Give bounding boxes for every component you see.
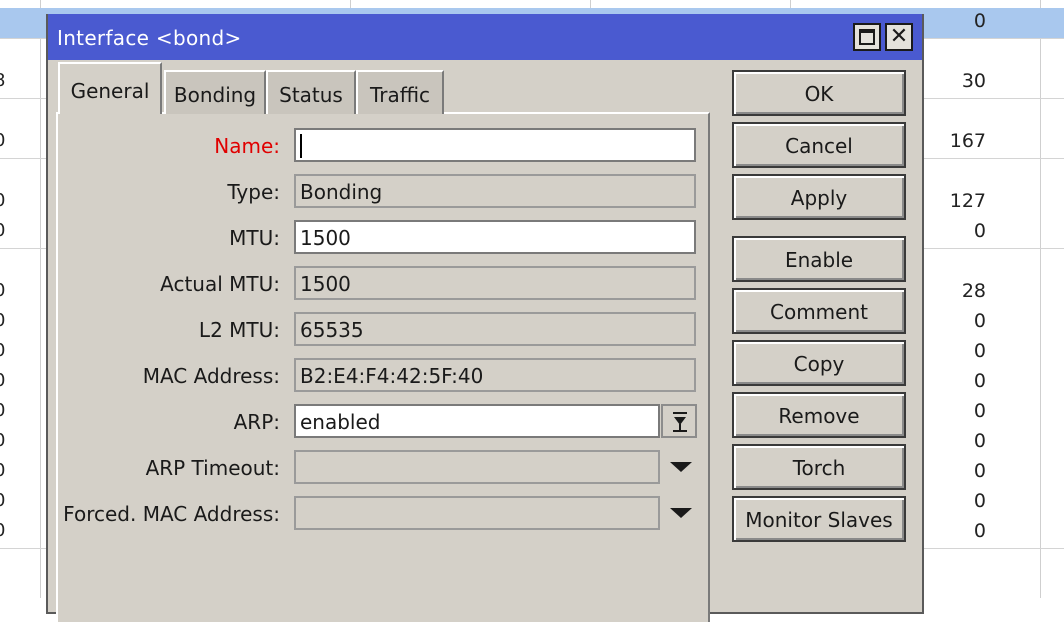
arp-dropdown-button[interactable] bbox=[661, 404, 697, 438]
mac-address-field: B2:E4:F4:42:5F:40 bbox=[294, 358, 696, 392]
enable-button[interactable]: Enable bbox=[732, 236, 906, 282]
row-cell-left: 0 bbox=[0, 460, 5, 481]
forced-mac-field[interactable] bbox=[294, 496, 660, 530]
dialog-titlebar[interactable]: Interface <bond> ✕ bbox=[48, 14, 922, 60]
tab-bonding[interactable]: Bonding bbox=[164, 70, 266, 114]
row-cell-right: 0 bbox=[973, 220, 986, 242]
torch-button[interactable]: Torch bbox=[732, 444, 906, 490]
arp-label: ARP: bbox=[233, 410, 280, 434]
comment-button[interactable]: Comment bbox=[732, 288, 906, 334]
arp-timeout-field[interactable] bbox=[294, 450, 660, 484]
row-cell-left: 0 bbox=[0, 490, 5, 511]
mac-address-label: MAC Address: bbox=[142, 364, 280, 388]
mtu-input[interactable]: 1500 bbox=[294, 220, 696, 254]
ok-button[interactable]: OK bbox=[732, 70, 906, 116]
row-cell-left: 0 bbox=[0, 130, 5, 151]
row-cell-right: 0 bbox=[973, 430, 986, 452]
maximize-icon bbox=[859, 29, 875, 45]
row-cell-left: 0 bbox=[0, 310, 5, 331]
row-cell-left: 0 bbox=[0, 280, 5, 301]
forced-mac-label: Forced. MAC Address: bbox=[63, 502, 280, 526]
tab-status[interactable]: Status bbox=[266, 70, 356, 114]
expand-arrow-icon[interactable] bbox=[670, 508, 692, 518]
row-cell-left: 0 bbox=[0, 520, 5, 541]
expand-arrow-icon[interactable] bbox=[670, 462, 692, 472]
arp-select[interactable]: enabled bbox=[294, 404, 660, 438]
name-label: Name: bbox=[214, 134, 280, 158]
row-cell-right: 0 bbox=[973, 310, 986, 332]
close-icon: ✕ bbox=[889, 24, 909, 49]
row-cell-right: 127 bbox=[949, 190, 986, 212]
l2-mtu-field: 65535 bbox=[294, 312, 696, 346]
row-cell-left: 8 bbox=[0, 70, 5, 91]
tab-general[interactable]: General bbox=[58, 62, 162, 114]
apply-button[interactable]: Apply bbox=[732, 174, 906, 220]
cancel-button[interactable]: Cancel bbox=[732, 122, 906, 168]
mtu-label: MTU: bbox=[229, 226, 280, 250]
dropdown-select-icon bbox=[673, 412, 687, 432]
interface-dialog: Interface <bond> ✕ General Bonding Statu… bbox=[46, 14, 924, 622]
row-cell-right: 0 bbox=[973, 520, 986, 542]
name-input[interactable] bbox=[294, 128, 696, 162]
tab-label: Traffic bbox=[369, 83, 431, 107]
tab-traffic[interactable]: Traffic bbox=[356, 70, 444, 114]
row-cell-left: 0 bbox=[0, 220, 5, 241]
row-cell-left: 0 bbox=[0, 400, 5, 421]
dialog-title: Interface <bond> bbox=[57, 26, 242, 50]
row-cell-left: 0 bbox=[0, 340, 5, 361]
actual-mtu-field: 1500 bbox=[294, 266, 696, 300]
tab-label: Status bbox=[279, 83, 343, 107]
row-cell-right: 0 bbox=[973, 460, 986, 482]
tab-label: General bbox=[70, 79, 150, 103]
actual-mtu-label: Actual MTU: bbox=[160, 272, 280, 296]
type-field: Bonding bbox=[294, 174, 696, 208]
row-cell-right: 30 bbox=[961, 70, 986, 92]
remove-button[interactable]: Remove bbox=[732, 392, 906, 438]
row-cell-right: 0 bbox=[973, 490, 986, 512]
row-cell-right: 0 bbox=[973, 400, 986, 422]
row-cell-right: 0 bbox=[973, 10, 986, 32]
l2-mtu-label: L2 MTU: bbox=[198, 318, 280, 342]
row-cell-left: 0 bbox=[0, 370, 5, 391]
row-cell-left: 0 bbox=[0, 430, 5, 451]
tab-label: Bonding bbox=[173, 83, 257, 107]
type-label: Type: bbox=[227, 180, 280, 204]
copy-button[interactable]: Copy bbox=[732, 340, 906, 386]
arp-timeout-label: ARP Timeout: bbox=[145, 456, 280, 480]
maximize-button[interactable] bbox=[853, 23, 881, 51]
row-cell-right: 167 bbox=[949, 130, 986, 152]
row-cell-right: 0 bbox=[973, 340, 986, 362]
close-button[interactable]: ✕ bbox=[885, 23, 913, 51]
row-cell-right: 0 bbox=[973, 370, 986, 392]
row-cell-right: 28 bbox=[961, 280, 986, 302]
text-caret bbox=[300, 133, 302, 158]
row-cell-left: 0 bbox=[0, 190, 5, 211]
monitor-slaves-button[interactable]: Monitor Slaves bbox=[732, 496, 906, 542]
